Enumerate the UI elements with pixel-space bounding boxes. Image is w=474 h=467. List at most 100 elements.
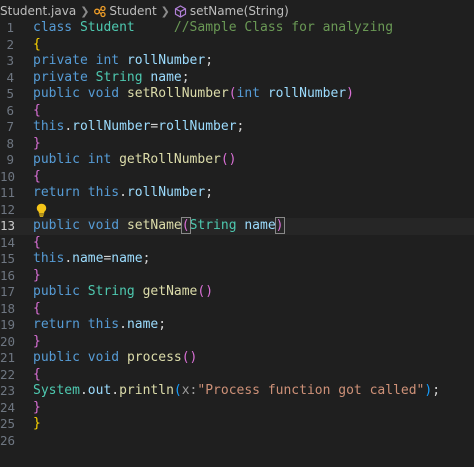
code-line[interactable]: 14 { <box>0 235 474 252</box>
line-number: 15 <box>0 251 16 266</box>
line-number: 8 <box>6 135 14 151</box>
code-line[interactable]: 10 { <box>0 169 474 186</box>
code-token: { <box>33 36 41 52</box>
code-text: public String getName() <box>33 284 213 301</box>
line-number: 17 <box>0 284 16 299</box>
code-token: name <box>150 69 182 85</box>
code-text: return this.name; <box>33 317 166 334</box>
code-token: return <box>33 317 88 332</box>
line-number: 18 <box>0 300 16 316</box>
code-token: () <box>181 350 198 365</box>
code-token: ; <box>432 383 441 398</box>
code-text: } <box>33 416 41 433</box>
code-token: { <box>33 102 41 118</box>
code-token: void <box>87 350 127 365</box>
code-line[interactable]: 1 class Student //Sample Class for analyz… <box>0 20 474 37</box>
code-line[interactable]: 16} <box>0 268 474 285</box>
code-line[interactable]: 13 public void setName(String name) <box>0 217 474 235</box>
chevron-right-icon: ❯ <box>80 4 90 18</box>
code-line[interactable]: 18 { <box>0 301 474 318</box>
code-text: { <box>33 103 41 120</box>
line-number: 3 <box>6 53 14 68</box>
code-text: return this.rollNumber; <box>33 185 213 202</box>
code-token: setRollNumber <box>126 86 229 101</box>
code-token: } <box>33 416 41 431</box>
code-token: . <box>119 185 127 200</box>
code-line[interactable]: 12 <box>0 202 474 219</box>
code-token: } <box>33 267 41 283</box>
lightbulb-icon[interactable] <box>36 203 47 220</box>
code-token: { <box>33 366 41 382</box>
code-text: System.out.println(x:"Process function g… <box>33 383 440 400</box>
code-line[interactable]: 21 public void process() <box>0 350 474 367</box>
line-number: 5 <box>6 86 14 101</box>
code-token: public <box>33 350 88 365</box>
breadcrumb-file-label: Student.java <box>0 4 77 18</box>
code-line[interactable]: 2{ <box>0 37 474 54</box>
code-token: getRollNumber <box>119 152 221 167</box>
code-text: { <box>33 169 41 186</box>
code-line[interactable]: 7 this.rollNumber=rollNumber; <box>0 119 474 136</box>
code-token: setName <box>126 218 182 233</box>
code-token: Student <box>79 20 135 35</box>
code-line[interactable]: 25} <box>0 416 474 433</box>
code-token: ( <box>173 383 182 398</box>
code-token: } <box>33 399 41 415</box>
line-number: 24 <box>0 399 16 415</box>
code-text: { <box>33 301 41 318</box>
line-number: 19 <box>0 317 16 332</box>
code-line[interactable]: 8} <box>0 136 474 153</box>
line-number: 25 <box>0 416 16 431</box>
code-token: this <box>33 251 65 266</box>
code-token: ) <box>346 86 354 101</box>
breadcrumb-method[interactable]: setName(String) <box>174 4 289 18</box>
code-token: String <box>95 69 151 85</box>
code-line[interactable]: 20} <box>0 334 474 351</box>
code-line[interactable]: 11 return this.rollNumber; <box>0 185 474 202</box>
line-number: 12 <box>0 201 16 217</box>
line-number: 11 <box>0 185 16 200</box>
code-line[interactable]: 6{ <box>0 103 474 120</box>
code-text: } <box>33 136 41 153</box>
line-number: 9 <box>6 152 14 167</box>
code-token: this <box>87 317 120 332</box>
code-token: this <box>87 185 120 200</box>
line-number: 13 <box>0 218 16 233</box>
code-line[interactable]: 17 public String getName() <box>0 284 474 301</box>
code-token: . <box>111 383 120 398</box>
code-line[interactable]: 24} <box>0 400 474 417</box>
code-editor[interactable]: 1 class Student //Sample Class for analyz… <box>0 20 474 467</box>
code-line[interactable]: 15 this.name=name; <box>0 251 474 268</box>
code-token: this <box>33 119 65 134</box>
line-number: 7 <box>6 119 14 134</box>
code-text: } <box>33 268 41 285</box>
code-line[interactable]: 22 { <box>0 367 474 384</box>
code-token: class <box>33 20 80 35</box>
code-line[interactable]: 4 private String name; <box>0 70 474 87</box>
breadcrumb-class[interactable]: Student <box>93 4 157 18</box>
code-line[interactable]: 23 System.out.println(x:"Process function… <box>0 383 474 400</box>
code-token: String <box>189 218 245 233</box>
code-line[interactable]: 9 public int getRollNumber() <box>0 152 474 169</box>
code-token: process <box>126 350 182 365</box>
code-line[interactable]: 26 <box>0 433 474 450</box>
code-token: { <box>33 168 41 184</box>
code-line[interactable]: 3 private int rollNumber; <box>0 53 474 70</box>
code-text: private String name; <box>33 70 190 87</box>
code-token: public <box>33 86 88 101</box>
code-line[interactable]: 19 return this.name; <box>0 317 474 334</box>
code-token: private <box>33 53 96 68</box>
code-token: ; <box>236 119 245 134</box>
code-line[interactable]: 5 public void setRollNumber(int rollNumbe… <box>0 86 474 103</box>
breadcrumb-file[interactable]: Student.java <box>0 4 76 18</box>
line-number: 16 <box>0 267 16 283</box>
class-icon <box>93 5 107 18</box>
line-number: 6 <box>6 102 14 118</box>
code-token: return <box>33 185 88 200</box>
code-token: } <box>33 135 41 151</box>
code-token: . <box>64 251 73 266</box>
line-number: 23 <box>0 383 16 398</box>
code-text: this.rollNumber=rollNumber; <box>33 119 244 136</box>
code-token: "Process function got called" <box>197 383 425 398</box>
